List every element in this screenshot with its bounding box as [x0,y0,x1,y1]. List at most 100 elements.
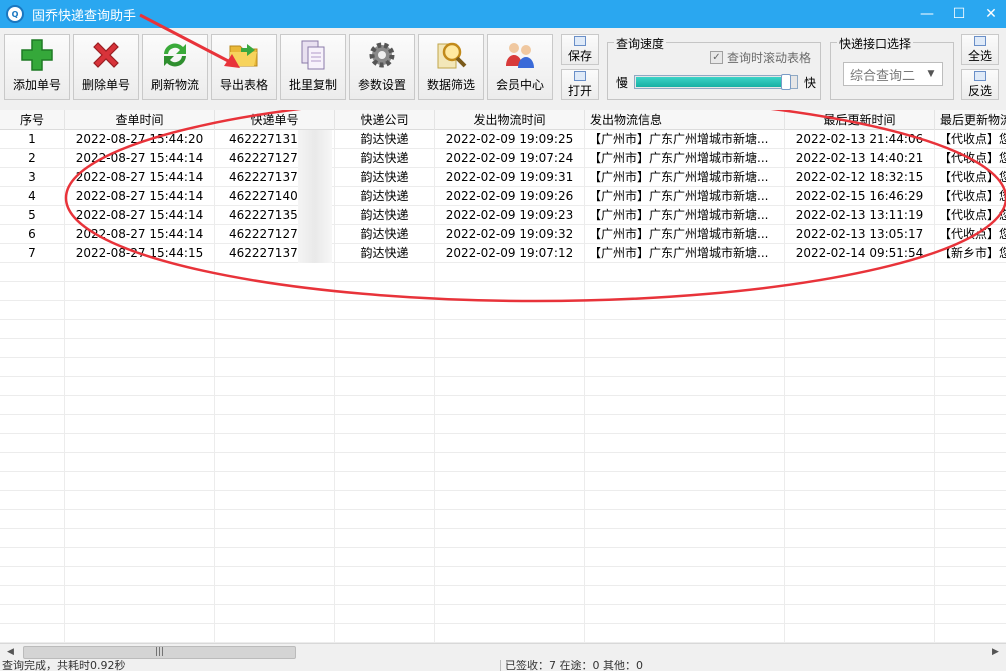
table-row[interactable]: 2 2022-08-27 15:44:14 4622271279915 韵达快递 202… [0,149,1006,168]
cell-index [0,586,65,605]
table-row[interactable] [0,624,1006,643]
export-table-button[interactable]: 导出表格 [211,34,277,100]
column-header-ship-time[interactable]: 发出物流时间 [435,110,585,130]
scroll-right-icon[interactable]: ▶ [987,645,1004,660]
column-header-last-update-time[interactable]: 最后更新时间 [785,110,935,130]
table-row[interactable] [0,491,1006,510]
refresh-logistics-button[interactable]: 刷新物流 [142,34,208,100]
cell-ship-time: 2022-02-09 19:09:31 [435,168,585,187]
cell-ship-info: 【广州市】广东广州增城市新塘... [585,149,785,168]
table-row[interactable]: 7 2022-08-27 15:44:15 4622271376825 韵达快递 202… [0,244,1006,263]
cell-index [0,263,65,282]
cell-tracking-number [215,529,335,548]
cell-tracking-number [215,491,335,510]
refresh-icon [158,38,192,72]
batch-copy-button[interactable]: 批里复制 [280,34,346,100]
magnifier-icon [434,38,468,72]
table-row[interactable] [0,415,1006,434]
scroll-table-checkbox[interactable]: ✓ 查询时滚动表格 [710,49,811,66]
table-row[interactable] [0,510,1006,529]
cell-tracking-number [215,358,335,377]
cell-ship-info [585,529,785,548]
table-row[interactable] [0,548,1006,567]
table-row[interactable] [0,567,1006,586]
check-icon: ✓ [710,51,723,64]
cell-last-update-time [785,605,935,624]
table-row[interactable] [0,434,1006,453]
table-row[interactable] [0,396,1006,415]
close-button[interactable]: ✕ [982,6,1000,22]
table-row[interactable]: 4 2022-08-27 15:44:14 4622271407208 韵达快递 202… [0,187,1006,206]
delete-number-button[interactable]: 删除单号 [73,34,139,100]
open-button[interactable]: 打开 [561,69,599,100]
cell-ship-info [585,510,785,529]
table-row[interactable]: 5 2022-08-27 15:44:14 4622271351084 韵达快递 202… [0,206,1006,225]
minimize-button[interactable]: — [918,6,936,22]
data-filter-button[interactable]: 数据筛选 [418,34,484,100]
cell-courier: 韵达快递 [335,149,435,168]
cell-last-update-info [935,472,1006,491]
cell-index [0,472,65,491]
cell-query-time: 2022-08-27 15:44:20 [65,130,215,149]
scrollbar-thumb[interactable]: ||| [23,646,296,659]
cell-last-update-time: 2022-02-13 21:44:06 [785,130,935,149]
invert-select-button[interactable]: 反选 [961,69,999,100]
cell-last-update-time [785,453,935,472]
table-row[interactable] [0,358,1006,377]
data-grid[interactable]: 序号 查单时间 快递单号 快递公司 发出物流时间 发出物流信息 最后更新时间 最… [0,110,1006,644]
table-row[interactable] [0,453,1006,472]
redaction-blur [298,206,332,225]
save-label: 保存 [567,48,592,63]
table-row[interactable] [0,377,1006,396]
cell-query-time: 2022-08-27 15:44:14 [65,206,215,225]
cell-courier [335,415,435,434]
select-all-button[interactable]: 全选 [961,34,999,65]
column-header-query-time[interactable]: 查单时间 [65,110,215,130]
cell-ship-time [435,605,585,624]
cell-tracking-number [215,301,335,320]
cell-ship-info [585,377,785,396]
cell-last-update-time: 2022-02-13 13:05:17 [785,225,935,244]
column-header-last-update-info[interactable]: 最后更新物流 [935,110,1006,130]
column-header-tracking-number[interactable]: 快递单号 [215,110,335,130]
cell-ship-info [585,339,785,358]
table-row[interactable] [0,282,1006,301]
table-row[interactable] [0,529,1006,548]
cell-last-update-info [935,358,1006,377]
table-row[interactable]: 3 2022-08-27 15:44:14 4622271374413 韵达快递 202… [0,168,1006,187]
add-number-button[interactable]: 添加单号 [4,34,70,100]
speed-slider[interactable] [634,74,798,90]
api-select-group: 快递接口选择 综合查询二 ▼ [830,35,954,100]
table-row[interactable] [0,605,1006,624]
table-row[interactable] [0,586,1006,605]
table-row[interactable]: 6 2022-08-27 15:44:14 4622271279962 韵达快递 202… [0,225,1006,244]
cell-courier [335,605,435,624]
horizontal-scrollbar[interactable]: ◀ ||| ▶ [0,643,1006,660]
column-header-courier[interactable]: 快递公司 [335,110,435,130]
grid-body: 1 2022-08-27 15:44:20 4622271318876 韵达快递 202… [0,130,1006,644]
table-row[interactable] [0,301,1006,320]
table-row[interactable] [0,472,1006,491]
cell-ship-info: 【广州市】广东广州增城市新塘... [585,187,785,206]
member-center-button[interactable]: 会员中心 [487,34,553,100]
column-header-index[interactable]: 序号 [0,110,65,130]
cell-ship-info: 【广州市】广东广州增城市新塘... [585,206,785,225]
settings-button[interactable]: 参数设置 [349,34,415,100]
speed-thumb[interactable] [781,74,791,90]
cell-last-update-info: 【代收点】您 [935,187,1006,206]
save-button[interactable]: 保存 [561,34,599,65]
table-row[interactable] [0,339,1006,358]
cell-last-update-time [785,358,935,377]
column-header-ship-info[interactable]: 发出物流信息 [585,110,785,130]
table-row[interactable]: 1 2022-08-27 15:44:20 4622271318876 韵达快递 202… [0,130,1006,149]
table-row[interactable] [0,320,1006,339]
cell-query-time [65,415,215,434]
scroll-left-icon[interactable]: ◀ [2,645,19,660]
cell-courier [335,586,435,605]
cell-last-update-time [785,510,935,529]
cell-last-update-info [935,396,1006,415]
maximize-button[interactable]: ☐ [950,6,968,22]
table-row[interactable] [0,263,1006,282]
cell-query-time [65,377,215,396]
api-select[interactable]: 综合查询二 ▼ [843,62,943,86]
